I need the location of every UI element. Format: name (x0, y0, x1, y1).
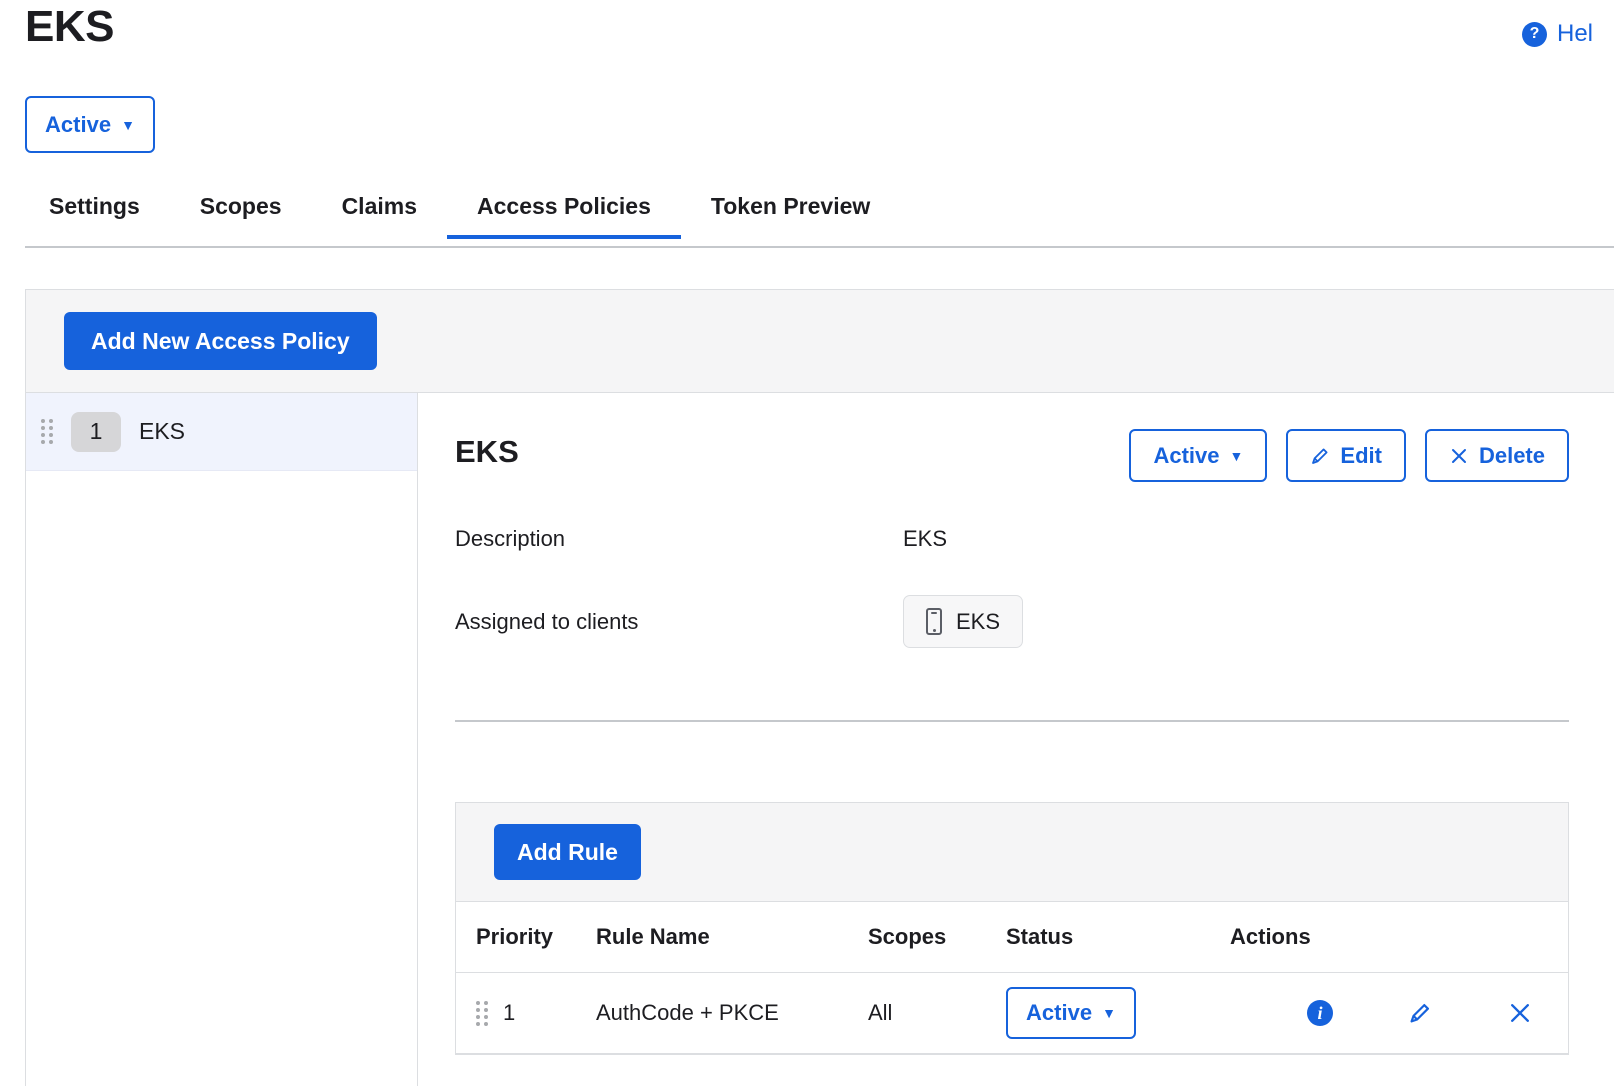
policy-name-label: EKS (139, 418, 185, 445)
tab-bar: Settings Scopes Claims Access Policies T… (25, 193, 1614, 248)
policy-edit-button[interactable]: Edit (1286, 429, 1406, 482)
policy-detail-actions: Active ▼ Edit (1129, 429, 1569, 482)
app-status-label: Active (45, 112, 111, 138)
rule-scopes-value: All (868, 973, 1006, 1054)
rules-table-header-row: Priority Rule Name Scopes Status Actions (456, 902, 1568, 973)
rules-panel: Add Rule Priority Rule Name Scopes Statu… (455, 802, 1569, 1055)
chevron-down-icon: ▼ (1102, 1006, 1116, 1020)
client-chip-label: EKS (956, 609, 1000, 635)
mobile-phone-icon (926, 608, 942, 635)
policies-toolbar: Add New Access Policy (26, 290, 1614, 393)
column-header-priority: Priority (456, 902, 596, 973)
policy-detail-title: EKS (455, 433, 519, 470)
chevron-down-icon: ▼ (121, 118, 135, 132)
question-circle-icon: ? (1522, 22, 1547, 47)
column-header-status: Status (1006, 902, 1212, 973)
assigned-clients-label: Assigned to clients (455, 609, 903, 635)
policy-status-label: Active (1153, 443, 1219, 469)
add-new-access-policy-button[interactable]: Add New Access Policy (64, 312, 377, 370)
rule-status-dropdown[interactable]: Active ▼ (1006, 987, 1136, 1039)
description-row: Description EKS (455, 526, 1614, 552)
chevron-down-icon: ▼ (1230, 449, 1244, 463)
column-header-actions: Actions (1212, 902, 1568, 973)
close-x-icon (1449, 446, 1469, 466)
policy-status-dropdown[interactable]: Active ▼ (1129, 429, 1267, 482)
assigned-clients-row: Assigned to clients EKS (455, 595, 1614, 648)
drag-handle-icon[interactable] (41, 419, 53, 444)
description-value: EKS (903, 526, 947, 552)
rules-table: Priority Rule Name Scopes Status Actions (456, 902, 1568, 1054)
tab-settings[interactable]: Settings (25, 193, 170, 237)
tab-token-preview[interactable]: Token Preview (681, 193, 900, 237)
tab-scopes[interactable]: Scopes (170, 193, 312, 237)
section-divider (455, 720, 1569, 722)
rule-edit-button[interactable] (1405, 998, 1435, 1028)
access-policies-page: EKS ? Hel Active ▼ Settings Scopes Claim… (0, 0, 1614, 1086)
column-header-scopes: Scopes (868, 902, 1006, 973)
drag-handle-icon[interactable] (476, 1001, 488, 1026)
rule-status-label: Active (1026, 1000, 1092, 1026)
close-x-icon (1507, 1000, 1533, 1026)
rule-info-button[interactable]: i (1305, 998, 1335, 1028)
rule-delete-button[interactable] (1505, 998, 1535, 1028)
info-icon: i (1307, 1000, 1333, 1026)
help-label: Hel (1557, 20, 1593, 48)
policy-list-item-eks[interactable]: 1 EKS (26, 393, 417, 471)
policy-delete-button[interactable]: Delete (1425, 429, 1569, 482)
policy-priority-badge: 1 (71, 412, 121, 452)
pencil-icon (1408, 1001, 1432, 1025)
policy-list: 1 EKS (26, 393, 418, 1086)
add-rule-button[interactable]: Add Rule (494, 824, 641, 880)
policy-detail-pane: EKS Active ▼ (418, 393, 1614, 1086)
help-link[interactable]: ? Hel (1522, 20, 1614, 48)
client-chip-eks[interactable]: EKS (903, 595, 1023, 648)
rules-toolbar: Add Rule (456, 803, 1568, 902)
pencil-icon (1310, 446, 1330, 466)
description-label: Description (455, 526, 903, 552)
rule-name-value: AuthCode + PKCE (596, 973, 868, 1054)
table-row: 1 AuthCode + PKCE All Active ▼ (456, 973, 1568, 1054)
access-policies-panel: Add New Access Policy 1 EKS EKS (25, 289, 1614, 1086)
app-status-dropdown[interactable]: Active ▼ (25, 96, 155, 153)
rule-priority-value: 1 (503, 1000, 515, 1026)
policy-edit-label: Edit (1340, 443, 1382, 469)
policy-delete-label: Delete (1479, 443, 1545, 469)
tab-claims[interactable]: Claims (312, 193, 447, 237)
page-title: EKS (25, 3, 114, 51)
tab-access-policies[interactable]: Access Policies (447, 193, 681, 237)
column-header-rule-name: Rule Name (596, 902, 868, 973)
